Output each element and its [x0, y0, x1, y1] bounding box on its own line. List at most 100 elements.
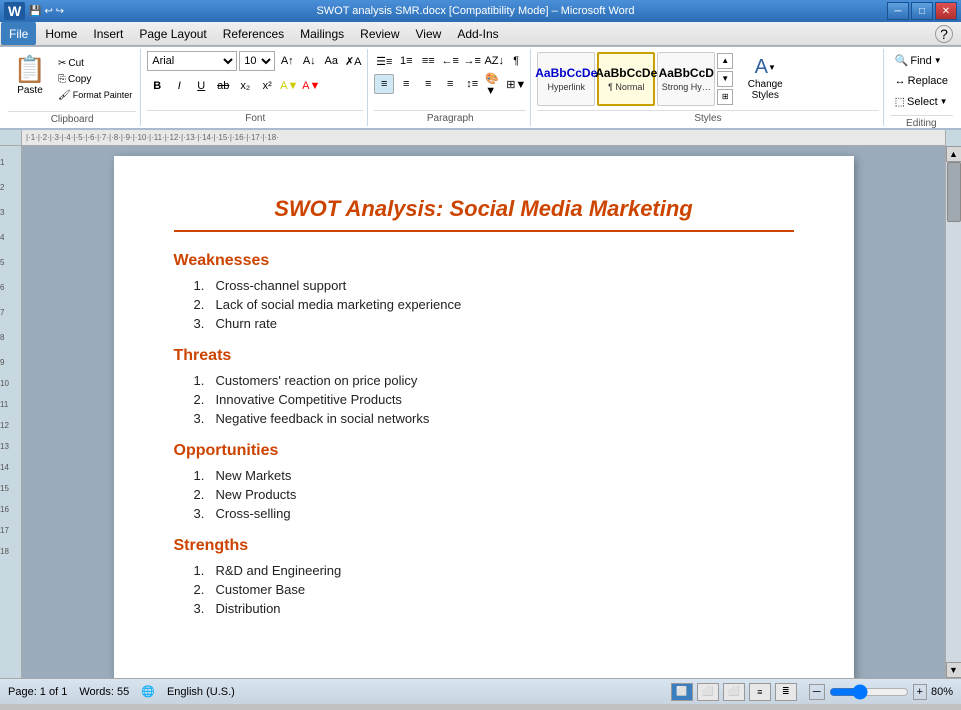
web-layout-button[interactable]: ⬜ — [723, 683, 745, 701]
scroll-down-button[interactable]: ▼ — [946, 662, 961, 678]
scroll-thumb[interactable] — [947, 162, 961, 222]
italic-button[interactable]: I — [169, 76, 189, 96]
borders-button[interactable]: ⊞▼ — [506, 74, 526, 94]
change-case-button[interactable]: Aa — [321, 51, 341, 71]
maximize-button[interactable]: □ — [911, 2, 933, 20]
clipboard-label: Clipboard — [8, 111, 136, 127]
ribbon: 📋 Paste ✂ Cut ⎘ Copy 🖌 — [0, 46, 961, 130]
styles-scroll-up[interactable]: ▲ — [717, 53, 733, 69]
menu-item-home[interactable]: Home — [37, 22, 85, 45]
increase-indent-button[interactable]: →≡ — [462, 51, 482, 71]
strikethrough-button[interactable]: ab — [213, 76, 233, 96]
status-bar: Page: 1 of 1 Words: 55 🌐 English (U.S.) … — [0, 678, 961, 704]
menu-item-review[interactable]: Review — [352, 22, 407, 45]
draft-button[interactable]: ≣ — [775, 683, 797, 701]
outline-button[interactable]: ≡ — [749, 683, 771, 701]
list-item: 3.Negative feedback in social networks — [194, 411, 794, 426]
zoom-out-button[interactable]: ─ — [809, 684, 825, 700]
replace-button[interactable]: ↔ Replace — [890, 72, 953, 90]
font-family-select[interactable]: Arial — [147, 51, 237, 71]
align-center-button[interactable]: ≡ — [396, 74, 416, 94]
paste-button[interactable]: 📋 Paste — [8, 51, 52, 107]
list-item: 1.Customers' reaction on price policy — [194, 373, 794, 388]
scroll-up-button[interactable]: ▲ — [946, 146, 961, 162]
small-clipboard-buttons: ✂ Cut ⎘ Copy 🖌 Format Painter — [54, 56, 136, 103]
menu-item-mailings[interactable]: Mailings — [292, 22, 352, 45]
format-painter-button[interactable]: 🖌 Format Painter — [54, 88, 136, 103]
threats-heading: Threats — [174, 347, 794, 365]
text-highlight-button[interactable]: A▼ — [279, 76, 299, 96]
style-normal-button[interactable]: AaBbCcDe ¶ Normal — [597, 52, 655, 106]
zoom-slider[interactable] — [829, 684, 909, 700]
close-button[interactable]: ✕ — [935, 2, 957, 20]
styles-more[interactable]: ⊞ — [717, 89, 733, 105]
menu-item-page-layout[interactable]: Page Layout — [131, 22, 214, 45]
ruler-left: 1 2 3 4 5 6 7 8 9 10 11 12 13 14 15 16 1… — [0, 146, 22, 678]
editing-group: 🔍 Find ▼ ↔ Replace ⬚ Select ▼ Editing — [886, 49, 957, 126]
editing-group-content: 🔍 Find ▼ ↔ Replace ⬚ Select ▼ — [890, 49, 953, 113]
style-hyperlink-button[interactable]: AaBbCcDe Hyperlink — [537, 52, 595, 106]
menu-item-addins[interactable]: Add-Ins — [449, 22, 506, 45]
menu-item-insert[interactable]: Insert — [85, 22, 131, 45]
font-group-content: Arial 10 A↑ A↓ Aa ✗A B I U ab x₂ x² — [147, 49, 363, 108]
font-color-button[interactable]: A▼ — [301, 76, 321, 96]
bold-button[interactable]: B — [147, 76, 167, 96]
menu-item-references[interactable]: References — [215, 22, 292, 45]
menu-item-file[interactable]: File — [1, 22, 36, 45]
align-right-button[interactable]: ≡ — [418, 74, 438, 94]
language-flag: 🌐 — [141, 685, 155, 698]
font-size-select[interactable]: 10 — [239, 51, 275, 71]
doc-container: 1 2 3 4 5 6 7 8 9 10 11 12 13 14 15 16 1… — [0, 146, 961, 678]
find-button[interactable]: 🔍 Find ▼ — [890, 51, 947, 70]
find-icon: 🔍 — [895, 54, 909, 67]
scroll-track[interactable] — [946, 162, 961, 662]
menu-item-view[interactable]: View — [408, 22, 450, 45]
zoom-in-button[interactable]: + — [913, 684, 927, 700]
cut-button[interactable]: ✂ Cut — [54, 56, 136, 71]
shrink-font-button[interactable]: A↓ — [299, 51, 319, 71]
title-bar-controls: ─ □ ✕ — [887, 2, 957, 20]
clear-formatting-button[interactable]: ✗A — [343, 51, 363, 71]
help-icon[interactable]: ? — [935, 25, 953, 43]
shading-button[interactable]: 🎨▼ — [484, 74, 504, 94]
bullets-button[interactable]: ☰≡ — [374, 51, 394, 71]
line-spacing-button[interactable]: ↕≡ — [462, 74, 482, 94]
change-styles-icon: A — [755, 56, 768, 79]
strengths-heading: Strengths — [174, 537, 794, 555]
underline-button[interactable]: U — [191, 76, 211, 96]
list-item: 3.Cross-selling — [194, 506, 794, 521]
styles-scroll-down[interactable]: ▼ — [717, 71, 733, 87]
select-button[interactable]: ⬚ Select ▼ — [890, 92, 953, 111]
numbering-button[interactable]: 1≡ — [396, 51, 416, 71]
weaknesses-list: 1.Cross-channel support 2.Lack of social… — [174, 278, 794, 331]
find-dropdown-icon: ▼ — [934, 56, 942, 65]
paragraph-group: ☰≡ 1≡ ≡≡ ←≡ →≡ AZ↓ ¶ ≡ ≡ ≡ ≡ ↕≡ 🎨▼ ⊞▼ — [370, 49, 531, 126]
clipboard-group-content: 📋 Paste ✂ Cut ⎘ Copy 🖌 — [8, 49, 136, 109]
paragraph-label: Paragraph — [374, 110, 526, 126]
copy-icon: ⎘ — [58, 74, 66, 85]
subscript-button[interactable]: x₂ — [235, 76, 255, 96]
select-icon: ⬚ — [895, 95, 905, 108]
copy-button[interactable]: ⎘ Copy — [54, 72, 136, 87]
strengths-list: 1.R&D and Engineering 2.Customer Base 3.… — [174, 563, 794, 616]
hyperlink-label: Hyperlink — [547, 82, 585, 92]
opportunities-heading: Opportunities — [174, 442, 794, 460]
list-item: 1.New Markets — [194, 468, 794, 483]
title-bar: W 💾 ↩ ↪ SWOT analysis SMR.docx [Compatib… — [0, 0, 961, 22]
full-screen-button[interactable]: ⬜ — [697, 683, 719, 701]
sort-button[interactable]: AZ↓ — [484, 51, 504, 71]
justify-button[interactable]: ≡ — [440, 74, 460, 94]
print-layout-button[interactable]: ⬜ — [671, 683, 693, 701]
hyperlink-preview: AaBbCcDe — [535, 66, 597, 80]
document-scroll-area[interactable]: SWOT Analysis: Social Media Marketing We… — [22, 146, 945, 678]
minimize-button[interactable]: ─ — [887, 2, 909, 20]
grow-font-button[interactable]: A↑ — [277, 51, 297, 71]
multilevel-list-button[interactable]: ≡≡ — [418, 51, 438, 71]
style-strong-button[interactable]: AaBbCcD Strong Hy… — [657, 52, 715, 106]
list-item: 3.Churn rate — [194, 316, 794, 331]
change-styles-button[interactable]: A ▼ ChangeStyles — [739, 53, 791, 104]
show-formatting-button[interactable]: ¶ — [506, 51, 526, 71]
decrease-indent-button[interactable]: ←≡ — [440, 51, 460, 71]
superscript-button[interactable]: x² — [257, 76, 277, 96]
align-left-button[interactable]: ≡ — [374, 74, 394, 94]
